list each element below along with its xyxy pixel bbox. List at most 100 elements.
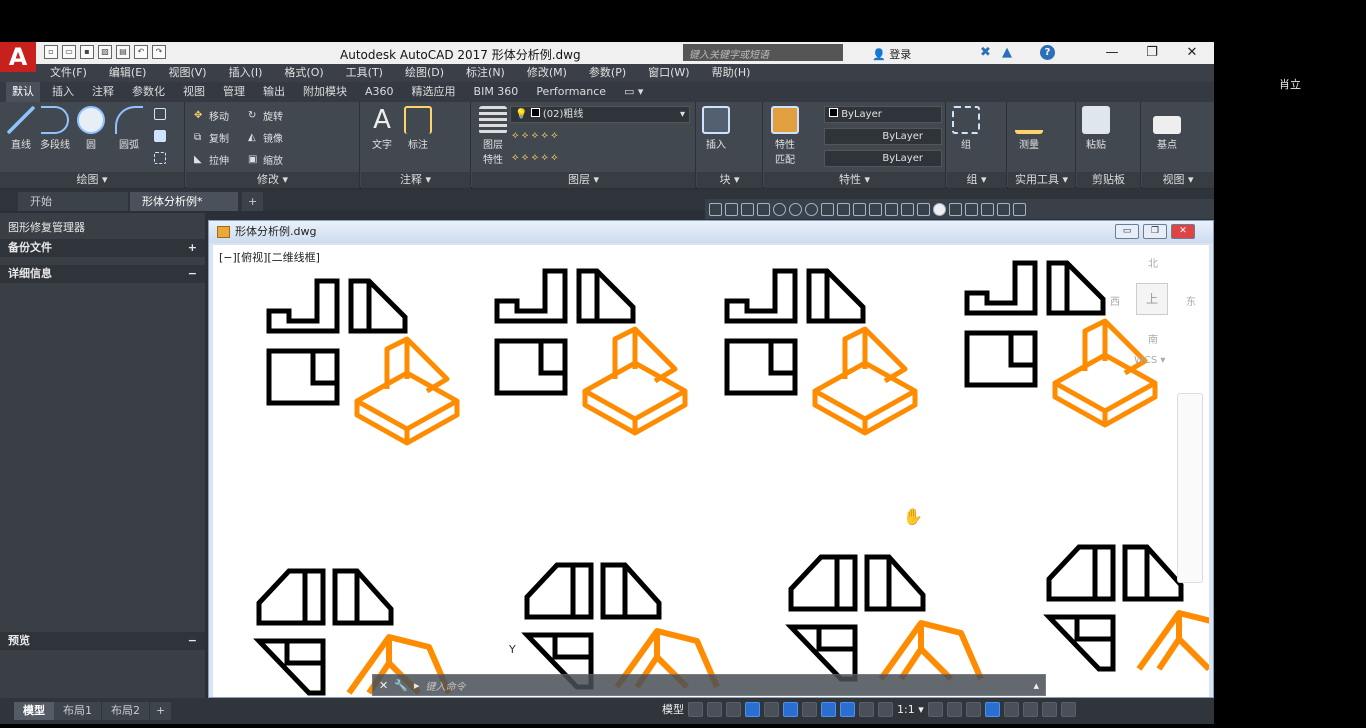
modify-group-title[interactable]: 修改 ▾: [186, 172, 359, 188]
linetype-dropdown[interactable]: ByLayer: [824, 150, 942, 167]
application-menu-button[interactable]: A: [0, 42, 36, 72]
layout-tab-model[interactable]: 模型: [14, 702, 54, 720]
snap-icon[interactable]: [707, 701, 722, 717]
menu-draw[interactable]: 绘图(D): [405, 64, 444, 82]
radius-icon[interactable]: [773, 202, 786, 216]
drawing-close-button[interactable]: ✕: [1171, 224, 1195, 239]
annotation-visibility-icon[interactable]: [859, 701, 874, 717]
view-group-title[interactable]: 视图 ▾: [1142, 172, 1214, 188]
rotate-button[interactable]: ↻ 旋转: [248, 108, 283, 124]
open-icon[interactable]: ▭: [62, 45, 76, 59]
wcs-menu[interactable]: WCS ▾: [1134, 355, 1165, 366]
add-layout-button[interactable]: +: [150, 702, 172, 720]
customization-menu-icon[interactable]: [1060, 701, 1076, 717]
annotation-monitor-icon[interactable]: [946, 701, 962, 717]
viewcube[interactable]: 北 西 东 南 上 WCS ▾: [1108, 255, 1203, 375]
tab-parametric[interactable]: 参数化: [126, 82, 171, 102]
model-space-canvas[interactable]: [−][俯视][二维线框] 北 西 东 南 上 WCS ▾ Y ✋: [213, 245, 1209, 697]
close-icon[interactable]: ✕: [379, 679, 388, 692]
draw-group-title[interactable]: 绘图 ▾: [0, 172, 184, 188]
line-button[interactable]: 直线: [4, 106, 38, 151]
baseline-icon[interactable]: [853, 202, 866, 216]
menu-insert[interactable]: 插入(I): [229, 64, 263, 82]
tab-manage[interactable]: 管理: [217, 82, 251, 102]
exchange-icon[interactable]: ✖: [980, 45, 991, 60]
measure-button[interactable]: 测量: [1012, 106, 1046, 151]
dimension-button[interactable]: 标注: [401, 106, 435, 151]
model-space-toggle[interactable]: 模型: [662, 701, 684, 717]
drawing-restore-button[interactable]: ❐: [1143, 224, 1167, 239]
quick-properties-icon[interactable]: [984, 701, 1000, 717]
isolate-objects-icon[interactable]: [1003, 701, 1019, 717]
save-icon[interactable]: ▪: [80, 45, 94, 59]
viewcube-east[interactable]: 东: [1186, 293, 1196, 308]
polar-icon[interactable]: [745, 701, 760, 717]
angular-icon[interactable]: [821, 202, 834, 216]
tab-featured-apps[interactable]: 精选应用: [406, 82, 462, 102]
new-tab-button[interactable]: +: [242, 192, 264, 211]
tab-current-drawing[interactable]: 形体分析例* ✕: [130, 192, 238, 227]
menu-modify[interactable]: 修改(M): [527, 64, 567, 82]
new-icon[interactable]: ▫: [44, 45, 58, 59]
tab-view[interactable]: 视图: [177, 82, 211, 102]
layer-properties-button[interactable]: 图层 特性: [476, 106, 510, 166]
scale-button[interactable]: ▣ 缩放: [248, 152, 283, 168]
chevron-up-icon[interactable]: ▴: [1033, 679, 1039, 692]
units-icon[interactable]: [965, 701, 981, 717]
print-icon[interactable]: ▤: [116, 45, 130, 59]
close-button[interactable]: ✕: [1177, 43, 1207, 63]
move-button[interactable]: ✥ 移动: [194, 108, 229, 124]
clean-screen-icon[interactable]: [1041, 701, 1057, 717]
match-properties-button[interactable]: 特性 匹配: [768, 106, 802, 166]
menu-edit[interactable]: 编辑(E): [109, 64, 147, 82]
menu-tools[interactable]: 工具(T): [346, 64, 383, 82]
tab-output[interactable]: 输出: [257, 82, 291, 102]
menu-dimension[interactable]: 标注(N): [466, 64, 505, 82]
layer-dropdown[interactable]: 💡 (02)粗线 ▾: [510, 106, 690, 123]
tab-a360[interactable]: A360: [359, 82, 400, 102]
restore-button[interactable]: ❐: [1137, 43, 1167, 63]
rectangle-tool[interactable]: [154, 108, 166, 120]
linear-dim-icon[interactable]: [709, 202, 722, 216]
lineweight-dropdown[interactable]: ByLayer: [824, 128, 942, 145]
viewcube-top-face[interactable]: 上: [1136, 283, 1168, 315]
tab-home[interactable]: 默认: [6, 82, 40, 102]
save-as-icon[interactable]: ▨: [98, 45, 112, 59]
a360-icon[interactable]: ▲: [1002, 45, 1012, 60]
annotation-scale[interactable]: 1:1 ▾: [897, 703, 924, 716]
object-snap-tracking-icon[interactable]: [783, 701, 798, 717]
inspect-icon[interactable]: [949, 202, 962, 216]
backup-files-header[interactable]: 备份文件 +: [0, 239, 205, 257]
block-group-title[interactable]: 块 ▾: [697, 172, 762, 188]
utilities-group-title[interactable]: 实用工具 ▾: [1008, 172, 1075, 188]
ordinate-icon[interactable]: [757, 202, 770, 216]
viewcube-west[interactable]: 西: [1110, 293, 1120, 308]
layers-group-title[interactable]: 图层 ▾: [472, 172, 695, 188]
lineweight-icon[interactable]: [821, 701, 836, 717]
jogged-icon[interactable]: [789, 202, 802, 216]
layer-tools-row1[interactable]: ⟡ ⟡ ⟡ ⟡ ⟡: [512, 130, 558, 141]
tab-bim360[interactable]: BIM 360: [468, 82, 525, 102]
workspace-gear-icon[interactable]: [927, 701, 943, 717]
menu-window[interactable]: 窗口(W): [648, 64, 689, 82]
selection-cycling-icon[interactable]: [840, 701, 855, 717]
isodraft-icon[interactable]: [764, 701, 779, 717]
ortho-icon[interactable]: [726, 701, 741, 717]
stretch-button[interactable]: ◣ 拉伸: [194, 152, 229, 168]
polyline-button[interactable]: 多段线: [38, 106, 72, 151]
clipboard-group-title[interactable]: 剪贴板: [1077, 172, 1140, 188]
tab-start[interactable]: 开始: [18, 192, 128, 211]
tab-annotate[interactable]: 注释: [86, 82, 120, 102]
tolerance-icon[interactable]: [917, 202, 930, 216]
collapse-icon[interactable]: −: [188, 265, 197, 283]
jogged-linear-icon[interactable]: [965, 202, 978, 216]
search-input[interactable]: 键入关键字或短语: [683, 44, 843, 61]
command-input[interactable]: 键入命令: [425, 678, 465, 693]
undo-icon[interactable]: ↶: [134, 45, 148, 59]
ribbon-options-icon[interactable]: ▭ ▾: [618, 82, 649, 102]
break-icon[interactable]: [901, 202, 914, 216]
tab-performance[interactable]: Performance: [530, 82, 612, 102]
menu-file[interactable]: 文件(F): [50, 64, 87, 82]
preview-header[interactable]: 预览 −: [0, 632, 205, 650]
viewport-controls[interactable]: [−][俯视][二维线框]: [219, 249, 320, 265]
